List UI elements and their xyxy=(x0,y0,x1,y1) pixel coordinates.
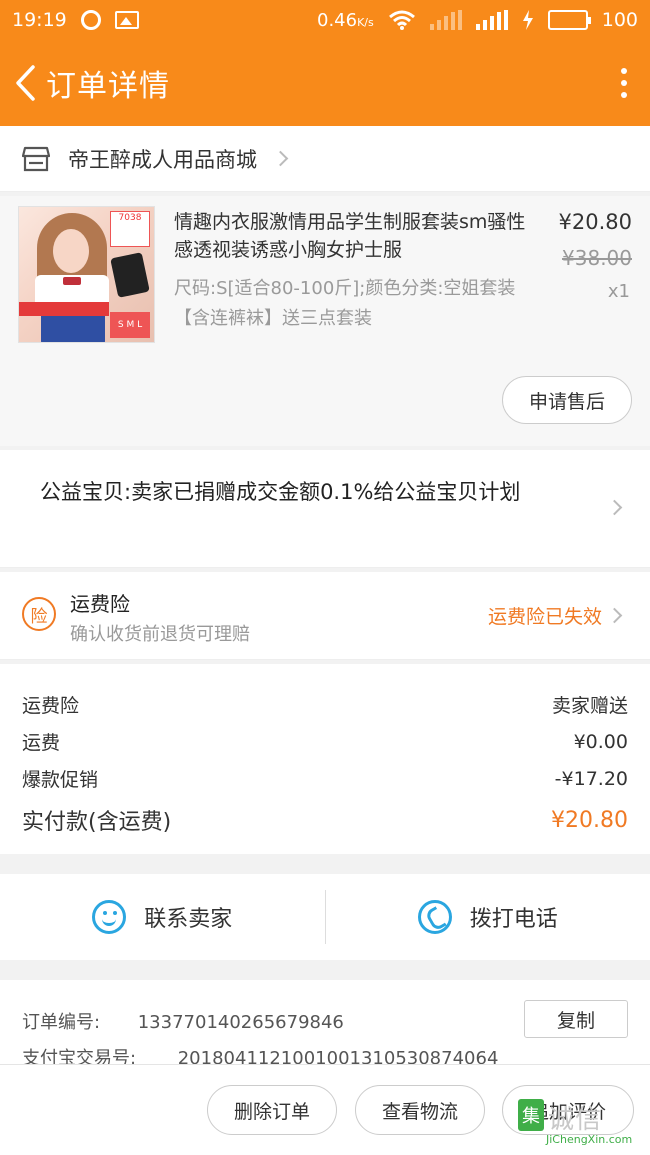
fee-row: 爆款促销 -¥17.20 xyxy=(22,760,628,797)
fee-value: -¥17.20 xyxy=(554,767,628,790)
watermark-mark: 集 xyxy=(518,1099,544,1131)
fee-label: 运费险 xyxy=(22,695,80,717)
bottom-action-bar: 删除订单 查看物流 追加评价 集 诚信 JiChengXin.com xyxy=(0,1064,650,1155)
product-title[interactable]: 情趣内衣服激情用品学生制服套装sm骚性感透视装诱惑小胸女护士服 xyxy=(174,208,530,264)
watermark-logo: 集 诚信 JiChengXin.com xyxy=(518,1097,646,1149)
image-notification-icon xyxy=(114,11,139,29)
fee-summary: 运费险 卖家赠送 运费 ¥0.00 爆款促销 -¥17.20 实付款(含运费) … xyxy=(0,664,650,854)
total-label: 实付款(含运费) xyxy=(22,810,172,835)
product-image-tag: 7038 xyxy=(110,211,150,247)
status-bar: 19:19 0.46K/s 100 xyxy=(0,0,650,40)
insurance-subtitle: 确认收货前退货可理赔 xyxy=(70,624,250,645)
view-logistics-button[interactable]: 查看物流 xyxy=(355,1085,485,1135)
fee-value: ¥0.00 xyxy=(573,730,628,753)
product-sku: 尺码:S[适合80-100斤];颜色分类:空姐套装【含连裤袜】送三点套装 xyxy=(174,278,516,329)
product-image: 7038 S M L xyxy=(18,206,155,343)
phone-icon xyxy=(417,900,452,934)
product-item[interactable]: 7038 S M L 情趣内衣服激情用品学生制服套装sm骚性感透视装诱惑小胸女护… xyxy=(0,196,650,446)
chevron-right-icon xyxy=(606,607,623,624)
store-icon xyxy=(22,146,50,171)
total-row: 实付款(含运费) ¥20.80 xyxy=(22,797,628,843)
copy-button[interactable]: 复制 xyxy=(524,1000,628,1038)
call-phone-button[interactable]: 拨打电话 xyxy=(326,874,650,960)
contact-bar: 联系卖家 拨打电话 xyxy=(0,874,650,960)
after-sale-button[interactable]: 申请售后 xyxy=(502,376,632,424)
more-menu-icon[interactable] xyxy=(612,63,636,103)
contact-seller-label: 联系卖家 xyxy=(144,907,233,932)
call-phone-label: 拨打电话 xyxy=(469,907,558,932)
order-info: 订单编号: 133770140265679846 复制 支付宝交易号: 2018… xyxy=(0,980,650,1070)
contact-seller-button[interactable]: 联系卖家 xyxy=(0,874,325,960)
fee-value: 卖家赠送 xyxy=(551,695,628,717)
charity-row[interactable]: 公益宝贝:卖家已捐赠成交金额0.1%给公益宝贝计划 xyxy=(0,450,650,568)
wifi-icon xyxy=(388,10,415,30)
shop-name: 帝王醉成人用品商城 xyxy=(68,147,257,172)
signal-icon-sim1 xyxy=(429,10,462,30)
product-original-price: ¥38.00 xyxy=(562,246,632,270)
back-arrow-icon[interactable] xyxy=(14,63,42,103)
product-price: ¥20.80 xyxy=(558,210,632,234)
chevron-right-icon xyxy=(606,499,623,516)
product-quantity: x1 xyxy=(607,281,630,302)
watermark-en: JiChengXin.com xyxy=(546,1133,633,1146)
total-value: ¥20.80 xyxy=(551,807,628,833)
fee-label: 运费 xyxy=(22,732,61,754)
fee-label: 爆款促销 xyxy=(22,769,99,791)
app-header: 订单详情 xyxy=(0,40,650,126)
sync-icon xyxy=(80,10,101,30)
charity-text: 公益宝贝:卖家已捐赠成交金额0.1%给公益宝贝计划 xyxy=(40,480,521,504)
watermark-cn: 诚信 xyxy=(548,1105,603,1135)
chat-smile-icon xyxy=(92,900,127,934)
status-time: 19:19 xyxy=(12,9,67,31)
network-speed: 0.46K/s xyxy=(317,9,374,31)
shop-row[interactable]: 帝王醉成人用品商城 xyxy=(0,126,650,192)
fee-row: 运费险 卖家赠送 xyxy=(22,686,628,723)
order-number-row: 订单编号: 133770140265679846 xyxy=(22,1008,344,1034)
signal-icon-sim2 xyxy=(475,10,508,30)
shipping-insurance-row[interactable]: 险 运费险 确认收货前退货可理赔 运费险已失效 xyxy=(0,572,650,660)
fee-row: 运费 ¥0.00 xyxy=(22,723,628,760)
delete-order-button[interactable]: 删除订单 xyxy=(207,1085,337,1135)
charging-icon xyxy=(522,10,533,30)
chevron-right-icon xyxy=(272,150,289,167)
battery-icon xyxy=(547,10,591,30)
insurance-icon: 险 xyxy=(22,597,56,631)
battery-level: 100 xyxy=(601,9,638,31)
page-title: 订单详情 xyxy=(46,69,170,104)
order-number-value: 133770140265679846 xyxy=(137,1012,344,1033)
order-number-label: 订单编号: xyxy=(22,1012,101,1033)
insurance-title: 运费险 xyxy=(70,592,130,616)
insurance-status: 运费险已失效 xyxy=(487,606,602,628)
